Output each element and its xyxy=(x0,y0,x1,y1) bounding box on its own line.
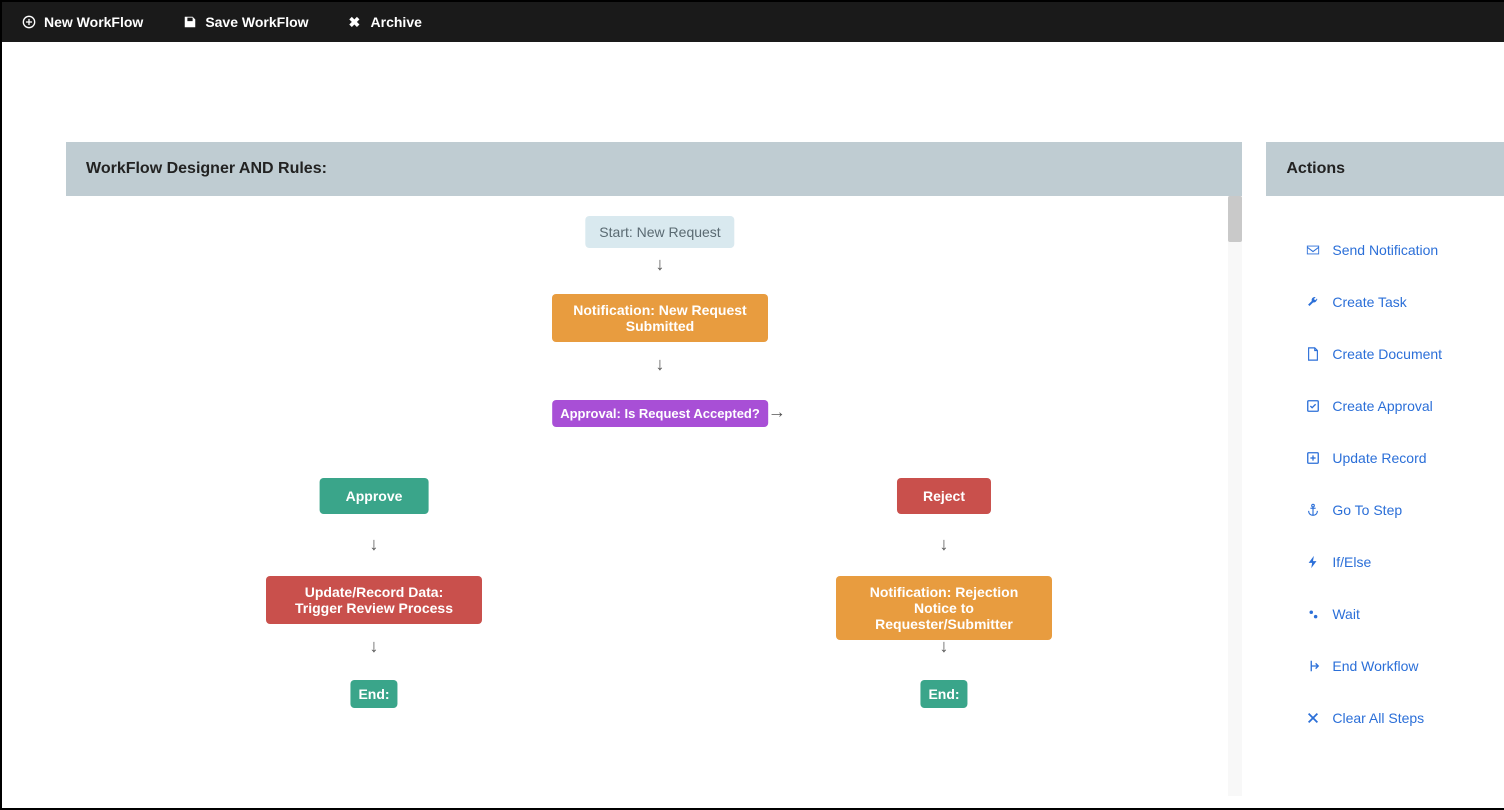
arrow-down-icon: ↓ xyxy=(370,534,379,555)
node-end-right[interactable]: End: xyxy=(920,680,967,708)
bolt-icon xyxy=(1306,555,1320,569)
action-label: Wait xyxy=(1332,606,1359,622)
topbar: New WorkFlow Save WorkFlow ✖ Archive xyxy=(2,2,1504,42)
node-reject[interactable]: Reject xyxy=(897,478,991,514)
action-create-task[interactable]: Create Task xyxy=(1266,276,1504,328)
workflow-canvas[interactable]: Start: New Request ↓ Notification: New R… xyxy=(66,196,1242,796)
action-wait[interactable]: Wait xyxy=(1266,588,1504,640)
action-label: If/Else xyxy=(1332,554,1371,570)
archive-button[interactable]: ✖ Archive xyxy=(349,14,422,30)
action-if-else[interactable]: If/Else xyxy=(1266,536,1504,588)
arrow-down-icon: ↓ xyxy=(940,636,949,657)
anchor-icon xyxy=(1306,503,1320,517)
arrow-right-icon: → xyxy=(768,402,786,423)
scrollbar-thumb[interactable] xyxy=(1228,196,1242,242)
node-start[interactable]: Start: New Request xyxy=(585,216,734,248)
content-wrap: WorkFlow Designer AND Rules: Start: New … xyxy=(2,42,1504,796)
actions-list: Send Notification Create Task Create Doc… xyxy=(1266,196,1504,772)
new-workflow-button[interactable]: New WorkFlow xyxy=(22,14,143,30)
node-notification-new-request[interactable]: Notification: New Request Submitted xyxy=(552,294,768,342)
exit-icon xyxy=(1306,659,1320,673)
action-label: Create Document xyxy=(1332,346,1442,362)
node-approval[interactable]: Approval: Is Request Accepted? xyxy=(552,400,768,427)
action-update-record[interactable]: Update Record xyxy=(1266,432,1504,484)
save-workflow-label: Save WorkFlow xyxy=(205,14,308,30)
actions-panel: Actions Send Notification Create Task Cr… xyxy=(1266,142,1504,796)
plus-circle-icon xyxy=(22,15,36,29)
x-icon xyxy=(1306,711,1320,725)
arrow-down-icon: ↓ xyxy=(370,636,379,657)
document-icon xyxy=(1306,347,1320,361)
designer-header: WorkFlow Designer AND Rules: xyxy=(66,142,1242,196)
action-create-approval[interactable]: Create Approval xyxy=(1266,380,1504,432)
actions-header: Actions xyxy=(1266,142,1504,196)
plus-square-icon xyxy=(1306,451,1320,465)
wrench-icon xyxy=(1306,295,1320,309)
archive-label: Archive xyxy=(371,14,422,30)
action-label: Send Notification xyxy=(1332,242,1438,258)
arrow-down-icon: ↓ xyxy=(656,254,665,275)
node-rejection-notice[interactable]: Notification: Rejection Notice to Reques… xyxy=(836,576,1052,640)
action-label: End Workflow xyxy=(1332,658,1418,674)
action-label: Clear All Steps xyxy=(1332,710,1424,726)
new-workflow-label: New WorkFlow xyxy=(44,14,143,30)
action-create-document[interactable]: Create Document xyxy=(1266,328,1504,380)
action-send-notification[interactable]: Send Notification xyxy=(1266,224,1504,276)
node-end-left[interactable]: End: xyxy=(350,680,397,708)
action-clear-all-steps[interactable]: Clear All Steps xyxy=(1266,692,1504,744)
node-approve[interactable]: Approve xyxy=(320,478,429,514)
arrow-down-icon: ↓ xyxy=(656,354,665,375)
designer-panel: WorkFlow Designer AND Rules: Start: New … xyxy=(66,142,1242,796)
action-label: Create Approval xyxy=(1332,398,1432,414)
action-label: Go To Step xyxy=(1332,502,1402,518)
action-label: Create Task xyxy=(1332,294,1406,310)
save-icon xyxy=(183,15,197,29)
node-update-record[interactable]: Update/Record Data: Trigger Review Proce… xyxy=(266,576,482,624)
save-workflow-button[interactable]: Save WorkFlow xyxy=(183,14,308,30)
action-label: Update Record xyxy=(1332,450,1426,466)
arrow-down-icon: ↓ xyxy=(940,534,949,555)
action-end-workflow[interactable]: End Workflow xyxy=(1266,640,1504,692)
envelope-icon xyxy=(1306,243,1320,257)
close-icon: ✖ xyxy=(349,15,363,29)
check-square-icon xyxy=(1306,399,1320,413)
action-go-to-step[interactable]: Go To Step xyxy=(1266,484,1504,536)
gears-icon xyxy=(1306,607,1320,621)
